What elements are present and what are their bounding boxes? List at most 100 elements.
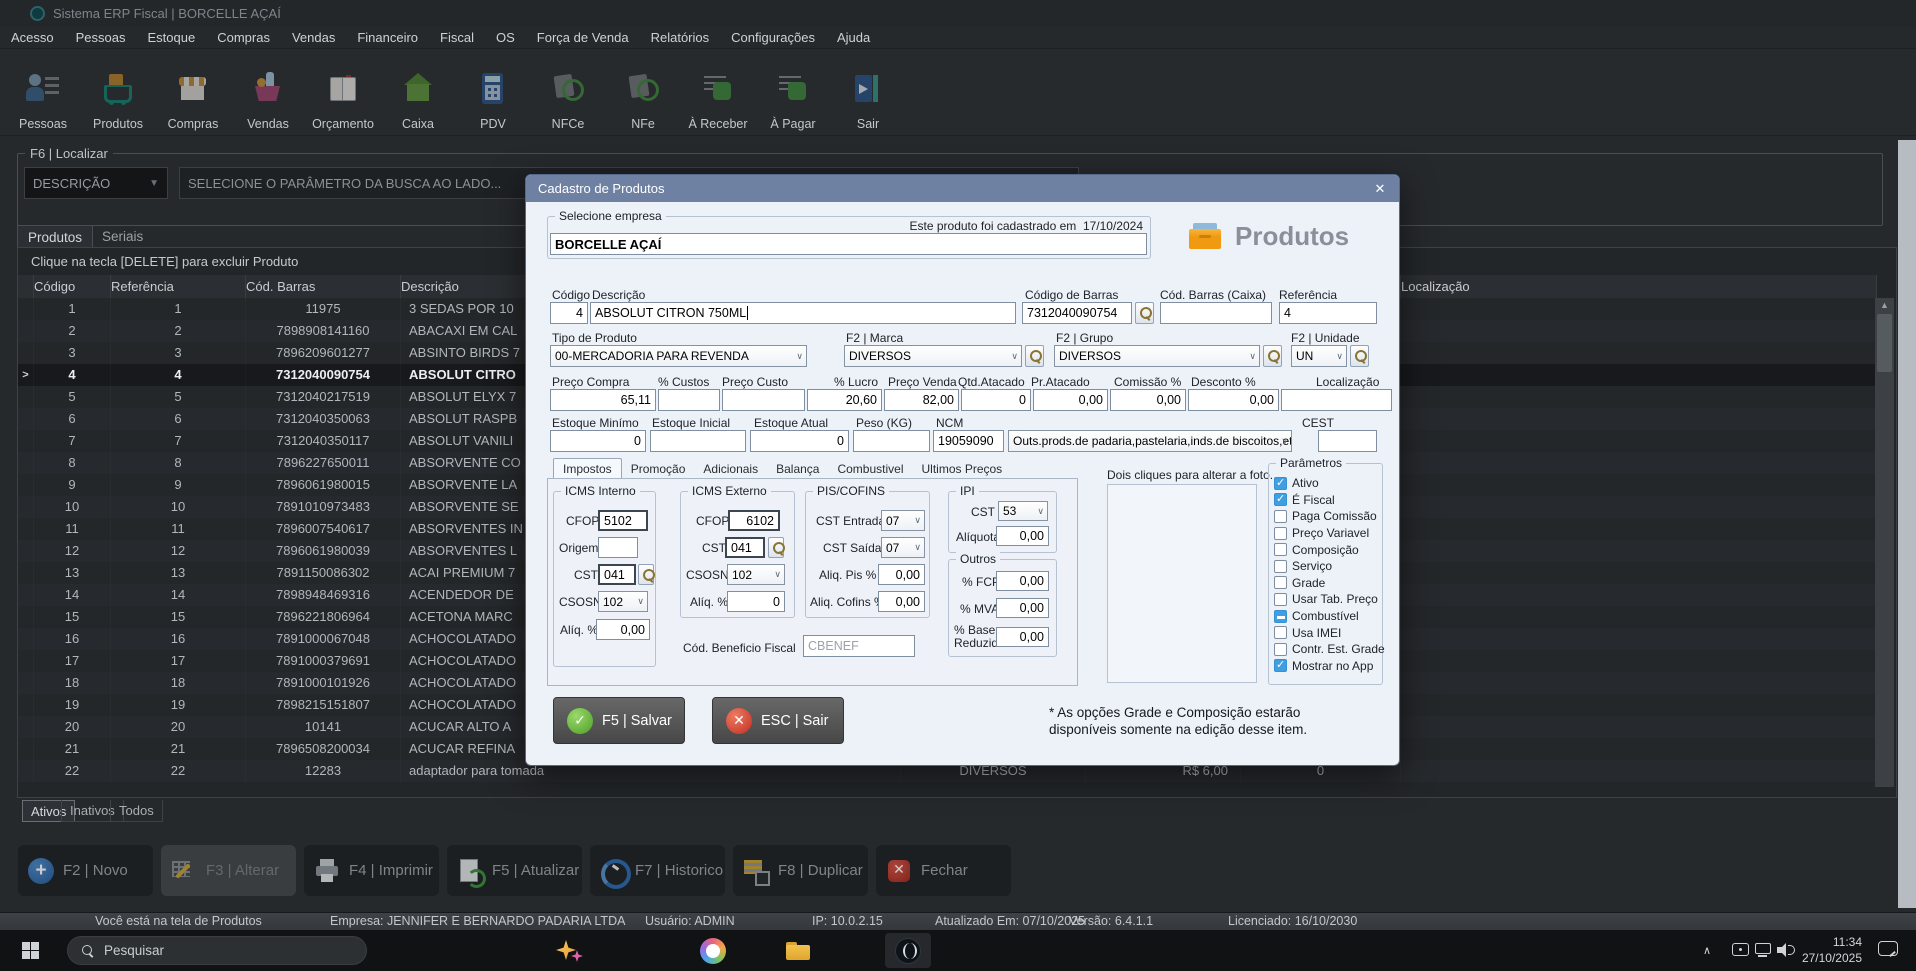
action-button[interactable]: F3 | Alterar [161, 845, 296, 896]
icms-ext-cst-search-icon[interactable] [768, 537, 784, 558]
estoque-minimo-input[interactable]: 0 [550, 430, 646, 452]
barcode-search-icon[interactable] [1135, 302, 1154, 324]
empresa-input[interactable]: BORCELLE AÇAÍ [550, 233, 1147, 255]
marca-search-icon[interactable] [1025, 345, 1044, 367]
copilot-icon[interactable] [700, 938, 726, 964]
desconto-input[interactable]: 0,00 [1188, 389, 1279, 411]
dialog-title-bar[interactable]: Cadastro de Produtos [526, 175, 1399, 202]
pis-saida-select[interactable]: 07∨ [881, 537, 925, 558]
estoque-inicial-input[interactable] [650, 430, 746, 452]
network-icon[interactable] [1755, 943, 1771, 954]
ncm-input[interactable]: 19059090 [933, 430, 1004, 452]
mva-input[interactable]: 0,00 [996, 598, 1049, 618]
start-button[interactable] [22, 942, 39, 959]
menu-item[interactable]: Relatórios [640, 30, 721, 45]
unidade-select[interactable]: UN∨ [1291, 345, 1347, 367]
tax-tab[interactable]: Adicionais [694, 458, 767, 479]
menu-item[interactable]: Configurações [720, 30, 826, 45]
filter-tab-todos[interactable]: Todos [110, 800, 163, 822]
icms-ext-cst-input[interactable]: 041 [725, 537, 765, 558]
icms-int-cfop-input[interactable]: 5102 [598, 510, 648, 531]
pis-entrada-select[interactable]: 07∨ [881, 510, 925, 531]
estoque-atual-input[interactable]: 0 [750, 430, 849, 452]
pr-atacado-input[interactable]: 0,00 [1033, 389, 1108, 411]
toolbar-button[interactable]: Produtos [86, 49, 150, 135]
screen-share-icon[interactable] [1732, 943, 1749, 956]
menu-item[interactable]: Estoque [137, 30, 207, 45]
taskbar-clock[interactable]: 11:34 27/10/2025 [1798, 934, 1862, 966]
ipi-aliquota-input[interactable]: 0,00 [996, 526, 1049, 546]
action-button[interactable]: F4 | Imprimir [304, 845, 439, 896]
grupo-search-icon[interactable] [1263, 345, 1282, 367]
action-button[interactable]: F2 | Novo [18, 845, 153, 896]
toolbar-button[interactable]: Caixa [386, 49, 450, 135]
peso-input[interactable] [853, 430, 930, 452]
referencia-input[interactable]: 4 [1279, 302, 1377, 324]
notifications-icon[interactable] [1878, 941, 1898, 956]
icms-int-csosn-select[interactable]: 102∨ [598, 591, 648, 612]
menu-item[interactable]: Força de Venda [526, 30, 640, 45]
checkbox[interactable] [1274, 477, 1287, 490]
grupo-select[interactable]: DIVERSOS∨ [1054, 345, 1260, 367]
column-header[interactable]: Referência [111, 275, 246, 298]
menu-item[interactable]: Fiscal [429, 30, 485, 45]
window-edge-scrollbar[interactable] [1898, 140, 1916, 908]
checkbox[interactable] [1274, 543, 1287, 556]
column-header[interactable]: Cód. Barras [246, 275, 401, 298]
checkbox[interactable] [1274, 493, 1287, 506]
base-reduzida-input[interactable]: 0,00 [996, 627, 1049, 647]
marca-select[interactable]: DIVERSOS∨ [844, 345, 1022, 367]
taskbar-search[interactable]: Pesquisar [67, 936, 367, 965]
tax-tab[interactable]: Combustivel [828, 458, 912, 479]
checkbox[interactable] [1274, 576, 1287, 589]
checkbox[interactable] [1274, 560, 1287, 573]
qtd-atacado-input[interactable]: 0 [961, 389, 1031, 411]
toolbar-button[interactable]: NFCe [536, 49, 600, 135]
menu-item[interactable]: Pessoas [65, 30, 137, 45]
checkbox[interactable] [1274, 610, 1287, 623]
tax-tab[interactable]: Balança [767, 458, 828, 479]
exit-button[interactable]: ESC | Sair [712, 697, 844, 744]
tab-seriais[interactable]: Seriais [92, 225, 153, 248]
tab-produtos[interactable]: Produtos [17, 225, 93, 248]
menu-item[interactable]: Acesso [0, 30, 65, 45]
erp-app-icon[interactable] [895, 938, 921, 964]
comissao-input[interactable]: 0,00 [1110, 389, 1186, 411]
perc-lucro-input[interactable]: 20,60 [807, 389, 882, 411]
toolbar-button[interactable]: À Receber [686, 49, 750, 135]
scroll-up-icon[interactable]: ▲ [1875, 300, 1894, 310]
action-button[interactable]: F8 | Duplicar [733, 845, 868, 896]
preco-custo-input[interactable] [722, 389, 805, 411]
toolbar-button[interactable]: Compras [161, 49, 225, 135]
aliq-cofins-input[interactable]: 0,00 [878, 591, 925, 612]
toolbar-button[interactable]: Vendas [236, 49, 300, 135]
icms-ext-csosn-select[interactable]: 102∨ [727, 564, 785, 585]
icms-int-cst-input[interactable]: 041 [598, 564, 636, 585]
product-photo-box[interactable] [1107, 484, 1257, 683]
cod-barras-caixa-input[interactable] [1160, 302, 1272, 324]
tax-tab[interactable]: Ultimos Preços [913, 458, 1012, 479]
table-scrollbar[interactable]: ▲ [1875, 298, 1894, 787]
cod-barras-input[interactable]: 7312040090754 [1022, 302, 1132, 324]
checkbox[interactable] [1274, 593, 1287, 606]
toolbar-button[interactable]: Sair [836, 49, 900, 135]
tipo-produto-select[interactable]: 00-MERCADORIA PARA REVENDA∨ [550, 345, 807, 367]
close-icon[interactable]: ✕ [1371, 180, 1389, 198]
checkbox[interactable] [1274, 626, 1287, 639]
menu-item[interactable]: Vendas [281, 30, 346, 45]
volume-icon[interactable] [1777, 943, 1793, 957]
action-button[interactable]: F5 | Atualizar [447, 845, 582, 896]
column-header[interactable] [18, 275, 34, 298]
tax-tab[interactable]: Impostos [553, 458, 622, 479]
beneficio-input[interactable]: CBENEF [803, 635, 915, 657]
preco-compra-input[interactable]: 65,11 [550, 389, 656, 411]
fcp-input[interactable]: 0,00 [996, 571, 1049, 591]
search-field-select[interactable]: DESCRIÇÃO ▼ [24, 167, 168, 199]
icms-ext-cfop-input[interactable]: 6102 [728, 510, 780, 531]
checkbox[interactable] [1274, 510, 1287, 523]
ipi-cst-select[interactable]: 53∨ [998, 501, 1048, 521]
ncm-desc-select[interactable]: Outs.prods.de padaria,pastelaria,inds.de… [1008, 430, 1292, 452]
windows-sparkle-icon[interactable] [556, 938, 582, 964]
menu-item[interactable]: OS [485, 30, 526, 45]
toolbar-button[interactable]: À Pagar [761, 49, 825, 135]
